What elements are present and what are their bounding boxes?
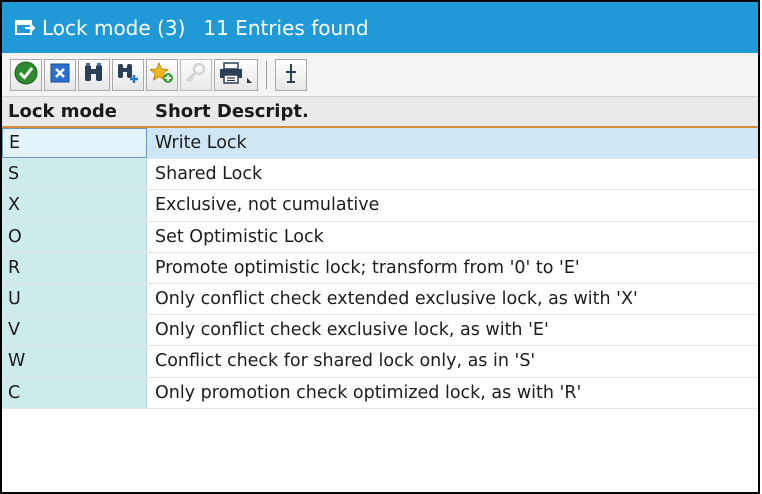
- lock-mode-cell: O: [2, 221, 147, 252]
- cancel-x-icon: [49, 62, 71, 88]
- description-cell: Conflict check for shared lock only, as …: [155, 351, 536, 372]
- column-position-button[interactable]: [275, 58, 307, 91]
- table-row[interactable]: U Only conflict check extended exclusive…: [2, 283, 758, 316]
- entries-found-count: 11 Entries found: [203, 15, 369, 40]
- description-cell: Only conflict check extended exclusive l…: [155, 289, 638, 310]
- table-row[interactable]: E Write Lock: [2, 128, 758, 160]
- lock-mode-cell: R: [2, 252, 147, 283]
- lock-mode-cell: W: [2, 346, 147, 377]
- table-row[interactable]: R Promote optimistic lock; transform fro…: [2, 252, 758, 284]
- lock-mode-cell: X: [2, 190, 147, 221]
- table-row[interactable]: C Only promotion check optimized lock, a…: [2, 377, 758, 409]
- key-icon: [184, 62, 208, 88]
- table-row[interactable]: S Shared Lock: [2, 159, 758, 191]
- dialog-title-bar[interactable]: Lock mode (3) 11 Entries found: [2, 2, 758, 53]
- description-cell: Only conflict check exclusive lock, as w…: [155, 320, 549, 341]
- column-marker-icon: [281, 62, 301, 88]
- toolbar-separator: [266, 60, 267, 89]
- lock-mode-cell: C: [2, 377, 147, 408]
- table-header: Lock mode Short Descript.: [2, 97, 758, 128]
- add-favorite-button[interactable]: [146, 58, 178, 91]
- column-header-short-description[interactable]: Short Descript.: [147, 101, 309, 122]
- description-cell: Exclusive, not cumulative: [155, 195, 380, 216]
- dialog-title: Lock mode (3): [42, 15, 186, 40]
- check-icon: [14, 61, 38, 89]
- description-cell: Write Lock: [147, 128, 758, 159]
- lock-mode-cell: E: [2, 128, 147, 159]
- value-help-dialog: Lock mode (3) 11 Entries found Lock mode…: [0, 0, 760, 494]
- binoculars-plus-icon: [116, 62, 140, 88]
- star-add-icon: [148, 61, 174, 88]
- continue-button[interactable]: [10, 58, 42, 91]
- description-cell: Shared Lock: [155, 164, 263, 185]
- column-header-lock-mode[interactable]: Lock mode: [2, 101, 147, 122]
- lock-mode-cell: S: [2, 159, 147, 190]
- results-table: Lock mode Short Descript. E Write Lock S…: [2, 97, 758, 409]
- find-button[interactable]: [78, 58, 110, 91]
- description-cell: Promote optimistic lock; transform from …: [155, 257, 580, 278]
- toolbar: [2, 53, 758, 97]
- lock-mode-cell: U: [2, 283, 147, 315]
- cancel-button[interactable]: [44, 58, 76, 91]
- table-row[interactable]: X Exclusive, not cumulative: [2, 190, 758, 222]
- description-cell: Set Optimistic Lock: [155, 226, 324, 247]
- printer-icon: [219, 61, 243, 88]
- window-icon: [14, 19, 36, 36]
- lock-mode-cell: V: [2, 315, 147, 346]
- description-cell: Only promotion check optimized lock, as …: [155, 382, 582, 403]
- table-row[interactable]: O Set Optimistic Lock: [2, 221, 758, 253]
- find-next-button[interactable]: [112, 58, 144, 91]
- table-row[interactable]: W Conflict check for shared lock only, a…: [2, 346, 758, 378]
- key-button[interactable]: [180, 58, 212, 91]
- print-button[interactable]: [214, 58, 258, 91]
- dropdown-arrow-icon: [247, 78, 252, 83]
- binoculars-icon: [82, 62, 106, 88]
- table-row[interactable]: V Only conflict check exclusive lock, as…: [2, 315, 758, 347]
